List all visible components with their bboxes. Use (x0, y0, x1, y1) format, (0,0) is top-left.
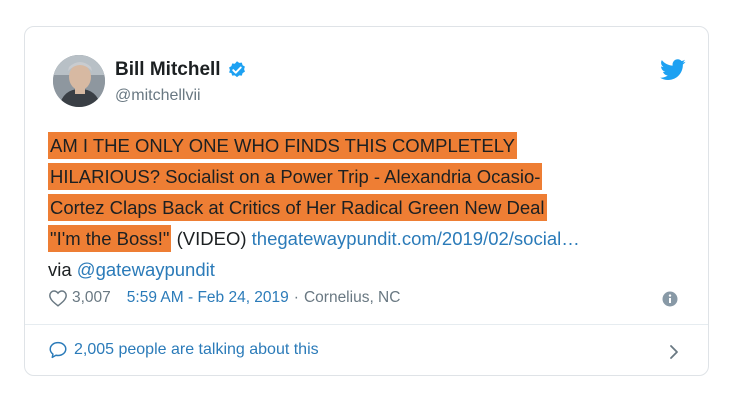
speech-bubble-icon (48, 341, 68, 359)
via-handle-link[interactable]: @gatewaypundit (77, 259, 215, 280)
chevron-right-icon[interactable] (668, 344, 680, 360)
twitter-bird-icon[interactable] (660, 59, 686, 81)
conversation-link[interactable]: 2,005 people are talking about this (48, 341, 319, 359)
tweet-text-line-4: "I'm the Boss!" (50, 228, 170, 249)
verified-badge-icon (227, 60, 247, 80)
tweet-meta: 3,007 5:59 AM - Feb 24, 2019 · Cornelius… (48, 289, 400, 307)
tweet-text: AM I THE ONLY ONE WHO FINDS THIS COMPLET… (48, 130, 688, 285)
tweet-location[interactable]: Cornelius, NC (304, 289, 400, 307)
tweet-card: Bill Mitchell @mitchellvii AM I THE ONLY… (24, 26, 709, 376)
tweet-text-line-3: Cortez Claps Back at Critics of Her Radi… (50, 197, 545, 218)
tweet-timestamp[interactable]: 5:59 AM - Feb 24, 2019 (127, 289, 289, 307)
via-label: via (48, 259, 77, 280)
author-handle[interactable]: @mitchellvii (115, 87, 201, 105)
tweet-text-line-1: AM I THE ONLY ONE WHO FINDS THIS COMPLET… (50, 135, 515, 156)
like-count[interactable]: 3,007 (72, 289, 111, 307)
divider (25, 324, 708, 325)
meta-separator: · (293, 289, 299, 306)
tweet-text-line-2: HILARIOUS? Socialist on a Power Trip - A… (50, 166, 541, 187)
tweet-text-video: (VIDEO) (171, 228, 252, 249)
heart-icon[interactable] (48, 289, 68, 307)
article-link[interactable]: thegatewaypundit.com/2019/02/social… (252, 228, 580, 249)
avatar[interactable] (53, 55, 105, 107)
author-name-row: Bill Mitchell (115, 59, 247, 81)
info-icon[interactable] (662, 291, 678, 307)
talking-count: 2,005 people are talking about this (74, 341, 319, 358)
author-name[interactable]: Bill Mitchell (115, 59, 221, 81)
